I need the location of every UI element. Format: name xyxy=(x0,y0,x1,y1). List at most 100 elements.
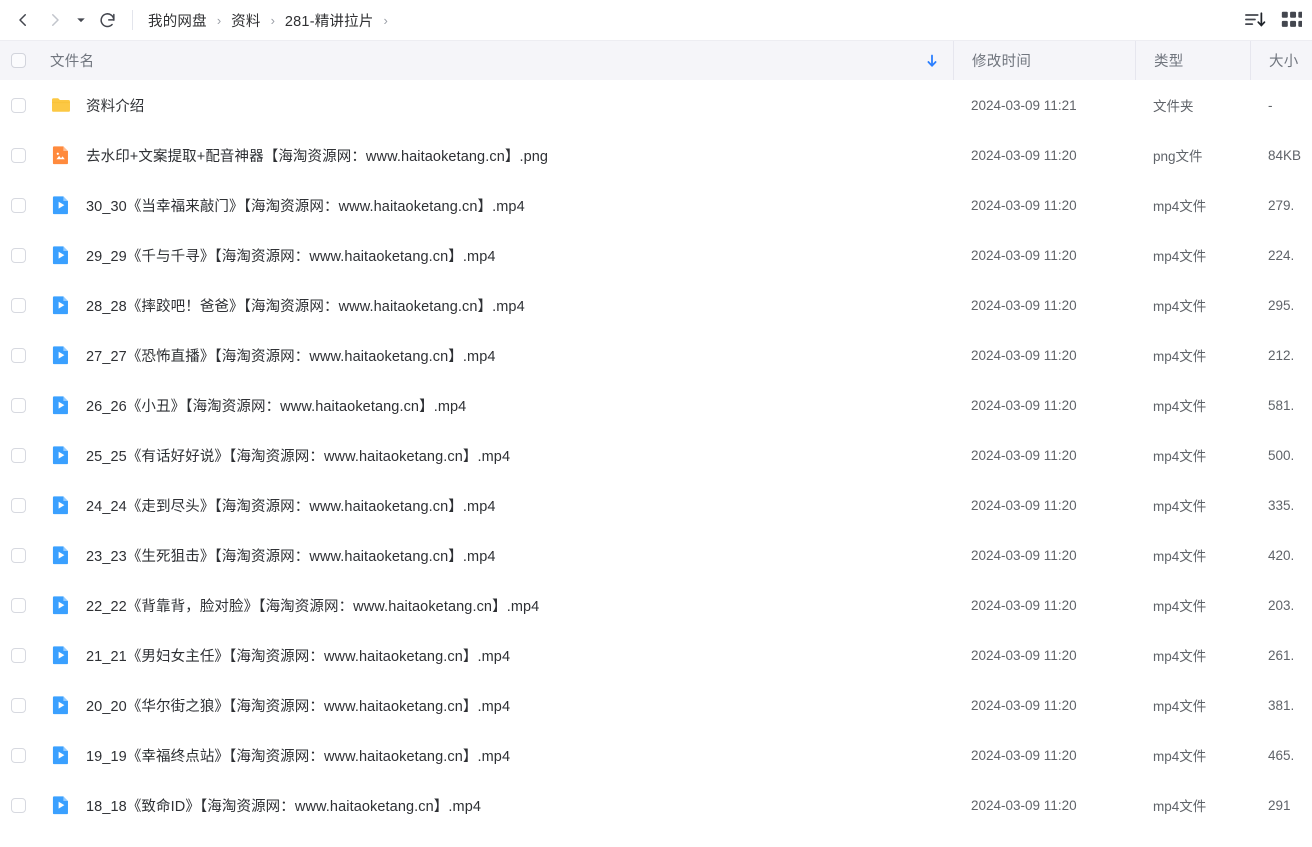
file-name-label[interactable]: 资料介绍 xyxy=(86,95,144,116)
file-name-label[interactable]: 22_22《背靠背，脸对脸》【海淘资源网：www.haitaoketang.cn… xyxy=(86,595,539,616)
file-size-cell: 84KB xyxy=(1268,147,1302,163)
sort-button[interactable] xyxy=(1244,10,1266,30)
table-row[interactable]: 18_18《致命ID》【海淘资源网：www.haitaoketang.cn】.m… xyxy=(0,780,1312,830)
sort-direction-indicator[interactable] xyxy=(925,53,939,69)
file-name-cell[interactable]: 19_19《幸福终点站》【海淘资源网：www.haitaoketang.cn】.… xyxy=(36,730,953,780)
table-row[interactable]: 23_23《生死狙击》【海淘资源网：www.haitaoketang.cn】.m… xyxy=(0,530,1312,580)
file-name-label[interactable]: 18_18《致命ID》【海淘资源网：www.haitaoketang.cn】.m… xyxy=(86,795,481,816)
row-checkbox[interactable] xyxy=(10,497,26,513)
table-row[interactable]: 20_20《华尔街之狼》【海淘资源网：www.haitaoketang.cn】.… xyxy=(0,680,1312,730)
file-name-label[interactable]: 25_25《有话好好说》【海淘资源网：www.haitaoketang.cn】.… xyxy=(86,445,510,466)
video-file-icon-wrapper xyxy=(50,444,72,466)
row-checkbox[interactable] xyxy=(10,347,26,363)
row-select-cell xyxy=(0,180,36,230)
file-name-label[interactable]: 30_30《当幸福来敲门》【海淘资源网：www.haitaoketang.cn】… xyxy=(86,195,525,216)
file-name-label[interactable]: 27_27《恐怖直播》【海淘资源网：www.haitaoketang.cn】.m… xyxy=(86,345,496,366)
breadcrumb-separator: › xyxy=(216,12,222,28)
file-name-label[interactable]: 24_24《走到尽头》【海淘资源网：www.haitaoketang.cn】.m… xyxy=(86,495,496,516)
row-checkbox[interactable] xyxy=(10,747,26,763)
table-row[interactable]: 27_27《恐怖直播》【海淘资源网：www.haitaoketang.cn】.m… xyxy=(0,330,1312,380)
breadcrumb-item-current[interactable]: 281-精讲拉片 xyxy=(284,8,375,33)
file-name-cell[interactable]: 26_26《小丑》【海淘资源网：www.haitaoketang.cn】.mp4 xyxy=(36,380,953,430)
column-header-type-label: 类型 xyxy=(1154,54,1184,70)
row-checkbox[interactable] xyxy=(10,247,26,263)
table-row[interactable]: 29_29《千与千寻》【海淘资源网：www.haitaoketang.cn】.m… xyxy=(0,230,1312,280)
file-name-label[interactable]: 19_19《幸福终点站》【海淘资源网：www.haitaoketang.cn】.… xyxy=(86,745,510,766)
table-row[interactable]: 25_25《有话好好说》【海淘资源网：www.haitaoketang.cn】.… xyxy=(0,430,1312,480)
file-name-cell[interactable]: 28_28《摔跤吧！爸爸》【海淘资源网：www.haitaoketang.cn】… xyxy=(36,280,953,330)
row-checkbox[interactable] xyxy=(10,97,26,113)
breadcrumb-item-root[interactable]: 我的网盘 xyxy=(147,8,208,33)
file-name-cell[interactable]: 20_20《华尔街之狼》【海淘资源网：www.haitaoketang.cn】.… xyxy=(36,680,953,730)
row-checkbox[interactable] xyxy=(10,447,26,463)
row-checkbox[interactable] xyxy=(10,597,26,613)
file-name-cell[interactable]: 21_21《男妇女主任》【海淘资源网：www.haitaoketang.cn】.… xyxy=(36,630,953,680)
back-button[interactable] xyxy=(8,5,38,35)
table-row[interactable]: 资料介绍 2024-03-09 11:21 文件夹 - xyxy=(0,80,1312,130)
breadcrumb-separator: › xyxy=(270,12,275,28)
row-checkbox[interactable] xyxy=(10,147,26,163)
row-checkbox[interactable] xyxy=(10,697,26,713)
column-header-modified[interactable]: 修改时间 xyxy=(953,41,1135,80)
row-select-cell xyxy=(0,780,36,830)
file-name-cell[interactable]: 去水印+文案提取+配音神器【海淘资源网：www.haitaoketang.cn】… xyxy=(36,130,953,180)
file-modified-cell: 2024-03-09 11:21 xyxy=(971,97,1077,113)
row-checkbox[interactable] xyxy=(10,547,26,563)
refresh-button[interactable] xyxy=(92,5,122,35)
file-modified-cell: 2024-03-09 11:20 xyxy=(971,697,1077,713)
video-file-icon-wrapper xyxy=(50,494,72,516)
file-name-label[interactable]: 23_23《生死狙击》【海淘资源网：www.haitaoketang.cn】.m… xyxy=(86,545,496,566)
row-select-cell xyxy=(0,230,36,280)
row-checkbox[interactable] xyxy=(10,197,26,213)
file-name-label[interactable]: 去水印+文案提取+配音神器【海淘资源网：www.haitaoketang.cn】… xyxy=(86,145,548,166)
file-modified-cell: 2024-03-09 11:20 xyxy=(971,147,1077,163)
video-file-icon-wrapper xyxy=(50,794,72,816)
file-name-label[interactable]: 26_26《小丑》【海淘资源网：www.haitaoketang.cn】.mp4 xyxy=(86,395,466,416)
column-header-name[interactable]: 文件名 xyxy=(36,41,953,80)
file-name-label[interactable]: 28_28《摔跤吧！爸爸》【海淘资源网：www.haitaoketang.cn】… xyxy=(86,295,525,316)
file-size-cell: 291 xyxy=(1268,797,1291,813)
table-row[interactable]: 19_19《幸福终点站》【海淘资源网：www.haitaoketang.cn】.… xyxy=(0,730,1312,780)
file-list-header: 文件名 修改时间 类型 大小 xyxy=(0,40,1312,80)
file-type-cell: mp4文件 xyxy=(1153,399,1207,414)
forward-button[interactable] xyxy=(40,5,70,35)
video-file-icon-wrapper xyxy=(50,394,72,416)
file-name-cell[interactable]: 23_23《生死狙击》【海淘资源网：www.haitaoketang.cn】.m… xyxy=(36,530,953,580)
file-size-cell: - xyxy=(1268,97,1273,113)
column-header-modified-label: 修改时间 xyxy=(972,54,1032,70)
file-name-cell[interactable]: 29_29《千与千寻》【海淘资源网：www.haitaoketang.cn】.m… xyxy=(36,230,953,280)
video-file-icon xyxy=(52,246,68,265)
file-name-label[interactable]: 20_20《华尔街之狼》【海淘资源网：www.haitaoketang.cn】.… xyxy=(86,695,510,716)
table-row[interactable]: 24_24《走到尽头》【海淘资源网：www.haitaoketang.cn】.m… xyxy=(0,480,1312,530)
table-row[interactable]: 22_22《背靠背，脸对脸》【海淘资源网：www.haitaoketang.cn… xyxy=(0,580,1312,630)
file-name-label[interactable]: 21_21《男妇女主任》【海淘资源网：www.haitaoketang.cn】.… xyxy=(86,645,510,666)
file-name-cell[interactable]: 22_22《背靠背，脸对脸》【海淘资源网：www.haitaoketang.cn… xyxy=(36,580,953,630)
select-all-checkbox[interactable] xyxy=(10,53,26,68)
file-size-cell: 261. xyxy=(1268,647,1295,663)
table-row[interactable]: 26_26《小丑》【海淘资源网：www.haitaoketang.cn】.mp4… xyxy=(0,380,1312,430)
table-row[interactable]: 去水印+文案提取+配音神器【海淘资源网：www.haitaoketang.cn】… xyxy=(0,130,1312,180)
file-modified-cell: 2024-03-09 11:20 xyxy=(971,497,1077,513)
table-row[interactable]: 30_30《当幸福来敲门》【海淘资源网：www.haitaoketang.cn】… xyxy=(0,180,1312,230)
row-select-cell xyxy=(0,130,36,180)
file-name-cell[interactable]: 30_30《当幸福来敲门》【海淘资源网：www.haitaoketang.cn】… xyxy=(36,180,953,230)
breadcrumb-item-level2[interactable]: 资料 xyxy=(230,8,261,33)
column-header-size[interactable]: 大小 xyxy=(1250,41,1312,80)
file-name-label[interactable]: 29_29《千与千寻》【海淘资源网：www.haitaoketang.cn】.m… xyxy=(86,245,496,266)
history-dropdown-button[interactable] xyxy=(72,5,90,35)
table-row[interactable]: 21_21《男妇女主任》【海淘资源网：www.haitaoketang.cn】.… xyxy=(0,630,1312,680)
file-name-cell[interactable]: 18_18《致命ID》【海淘资源网：www.haitaoketang.cn】.m… xyxy=(36,780,953,830)
file-name-cell[interactable]: 资料介绍 xyxy=(36,80,953,130)
row-checkbox[interactable] xyxy=(10,797,26,813)
view-mode-button[interactable] xyxy=(1280,9,1302,31)
row-checkbox[interactable] xyxy=(10,297,26,313)
row-checkbox[interactable] xyxy=(10,397,26,413)
file-list[interactable]: 资料介绍 2024-03-09 11:21 文件夹 - 去水印+文案提取+配音神器【海淘… xyxy=(0,80,1312,847)
row-checkbox[interactable] xyxy=(10,647,26,663)
video-file-icon xyxy=(52,346,68,365)
file-name-cell[interactable]: 25_25《有话好好说》【海淘资源网：www.haitaoketang.cn】.… xyxy=(36,430,953,480)
column-header-type[interactable]: 类型 xyxy=(1135,41,1250,80)
file-name-cell[interactable]: 27_27《恐怖直播》【海淘资源网：www.haitaoketang.cn】.m… xyxy=(36,330,953,380)
file-name-cell[interactable]: 24_24《走到尽头》【海淘资源网：www.haitaoketang.cn】.m… xyxy=(36,480,953,530)
table-row[interactable]: 28_28《摔跤吧！爸爸》【海淘资源网：www.haitaoketang.cn】… xyxy=(0,280,1312,330)
